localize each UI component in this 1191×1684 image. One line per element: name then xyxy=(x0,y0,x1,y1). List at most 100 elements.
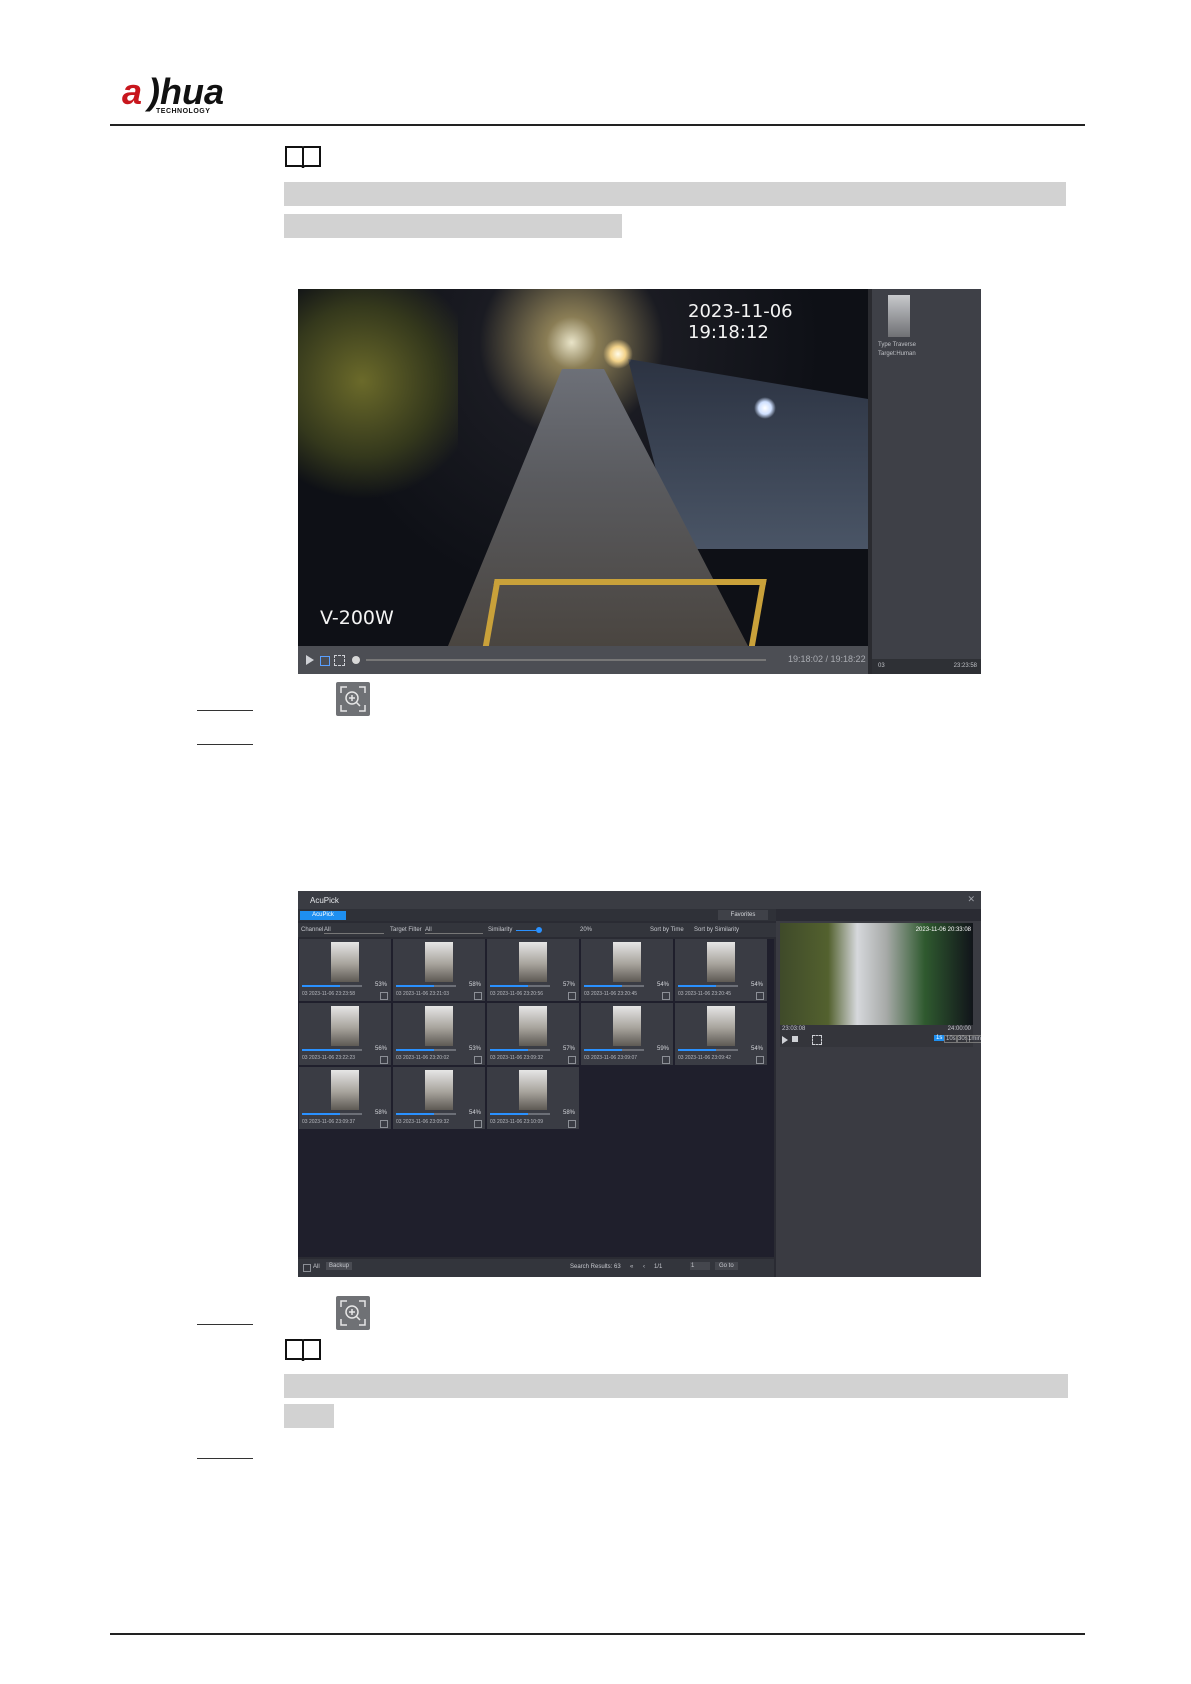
result-checkbox[interactable] xyxy=(662,1056,670,1064)
result-thumbnail[interactable] xyxy=(425,1070,453,1110)
result-timestamp: 03 2023-11-06 23:09:32 xyxy=(490,1055,544,1061)
similarity-percent: 53% xyxy=(374,982,387,988)
result-card[interactable]: 56% 03 2023-11-06 23:22:23 xyxy=(299,1003,391,1065)
result-checkbox[interactable] xyxy=(756,1056,764,1064)
page-input[interactable]: 1 xyxy=(690,1262,710,1270)
speed-1s[interactable]: 1s xyxy=(934,1035,945,1041)
first-page-icon[interactable]: « xyxy=(630,1264,633,1270)
result-card[interactable]: 54% 03 2023-11-06 23:20:45 xyxy=(581,939,673,1001)
result-thumbnail[interactable] xyxy=(425,1006,453,1046)
channel-select[interactable]: All xyxy=(324,927,384,934)
close-icon[interactable]: ✕ xyxy=(967,894,975,905)
similarity-bar xyxy=(302,985,362,987)
similarity-bar xyxy=(396,1113,456,1115)
target-thumbnail[interactable] xyxy=(888,295,910,337)
favorites-button[interactable]: Favorites xyxy=(718,910,768,920)
similarity-percent: 58% xyxy=(562,1110,575,1116)
similarity-percent: 58% xyxy=(468,982,481,988)
result-checkbox[interactable] xyxy=(474,1120,482,1128)
sidebar-footer: 03 23:23:58 xyxy=(872,659,981,674)
tab-acupick[interactable]: AcuPick xyxy=(300,911,346,920)
sidebar-time: 23:23:58 xyxy=(953,663,977,669)
result-checkbox[interactable] xyxy=(662,992,670,1000)
result-checkbox[interactable] xyxy=(380,1120,388,1128)
result-checkbox[interactable] xyxy=(568,992,576,1000)
similarity-bar xyxy=(396,985,456,987)
result-thumbnail[interactable] xyxy=(613,942,641,982)
dahua-logo: a )hua TECHNOLOGY xyxy=(120,70,260,120)
window-titlebar: AcuPick xyxy=(298,891,981,909)
similarity-percent: 54% xyxy=(468,1110,481,1116)
similarity-value: 20% xyxy=(580,927,593,933)
preview-start-time: 23:03:08 xyxy=(782,1026,806,1032)
progress-handle[interactable] xyxy=(352,656,360,664)
backup-button[interactable]: Backup xyxy=(326,1262,353,1270)
result-timestamp: 03 2023-11-06 23:22:23 xyxy=(302,1055,356,1061)
result-card[interactable]: 57% 03 2023-11-06 23:09:32 xyxy=(487,1003,579,1065)
preview-acupick-icon[interactable] xyxy=(812,1035,822,1045)
similarity-percent: 59% xyxy=(656,1046,669,1052)
result-thumbnail[interactable] xyxy=(519,942,547,982)
acupick-zoom-icon xyxy=(336,682,370,716)
result-timestamp: 03 2023-11-06 23:20:45 xyxy=(678,991,732,997)
preview-pane: 2023-11-06 20:33:08 23:03:08 24:00:00 1s… xyxy=(776,921,981,1277)
result-checkbox[interactable] xyxy=(756,992,764,1000)
result-checkbox[interactable] xyxy=(568,1056,576,1064)
acupick-icon[interactable] xyxy=(334,655,345,666)
similarity-percent: 56% xyxy=(374,1046,387,1052)
result-thumbnail[interactable] xyxy=(613,1006,641,1046)
progress-track[interactable] xyxy=(366,659,766,661)
similarity-percent: 54% xyxy=(750,982,763,988)
result-thumbnail[interactable] xyxy=(331,1006,359,1046)
result-thumbnail[interactable] xyxy=(331,942,359,982)
goto-button[interactable]: Go to xyxy=(715,1262,738,1270)
similarity-bar xyxy=(490,1113,550,1115)
search-results: Search Results: 63 xyxy=(570,1264,621,1270)
result-card[interactable]: 57% 03 2023-11-06 23:20:56 xyxy=(487,939,579,1001)
speed-1min[interactable]: 1min xyxy=(966,1035,981,1043)
target-filter-select[interactable]: All xyxy=(425,927,483,934)
similarity-percent: 54% xyxy=(750,1046,763,1052)
result-card[interactable]: 54% 03 2023-11-06 23:09:32 xyxy=(393,1067,485,1129)
preview-play-icon[interactable] xyxy=(782,1036,788,1044)
result-card[interactable]: 53% 03 2023-11-06 23:20:02 xyxy=(393,1003,485,1065)
result-thumbnail[interactable] xyxy=(707,942,735,982)
result-card[interactable]: 58% 03 2023-11-06 23:09:37 xyxy=(299,1067,391,1129)
target-class: Target:Human xyxy=(878,351,916,357)
result-checkbox[interactable] xyxy=(474,1056,482,1064)
select-all-checkbox[interactable] xyxy=(303,1264,311,1272)
filter-bar: Channel All Target Filter All Similarity… xyxy=(298,923,776,937)
sort-by-time[interactable]: Sort by Time xyxy=(650,927,684,933)
header-rule xyxy=(110,124,1085,126)
result-card[interactable]: 54% 03 2023-11-06 23:09:42 xyxy=(675,1003,767,1065)
playback-controls: 19:18:02 / 19:18:22 xyxy=(298,646,868,674)
footer-rule xyxy=(110,1633,1085,1635)
result-thumbnail[interactable] xyxy=(519,1070,547,1110)
result-timestamp: 03 2023-11-06 23:09:37 xyxy=(302,1119,356,1125)
similarity-bar xyxy=(302,1113,362,1115)
similarity-slider[interactable] xyxy=(516,930,536,931)
similarity-handle[interactable] xyxy=(536,927,542,933)
result-thumbnail[interactable] xyxy=(707,1006,735,1046)
prev-page-icon[interactable]: ‹ xyxy=(643,1264,645,1270)
similarity-bar xyxy=(584,1049,644,1051)
result-card[interactable]: 54% 03 2023-11-06 23:20:45 xyxy=(675,939,767,1001)
result-thumbnail[interactable] xyxy=(331,1070,359,1110)
result-timestamp: 03 2023-11-06 23:21:03 xyxy=(396,991,450,997)
result-thumbnail[interactable] xyxy=(519,1006,547,1046)
sort-by-similarity[interactable]: Sort by Similarity xyxy=(694,927,739,933)
similarity-percent: 54% xyxy=(656,982,669,988)
result-card[interactable]: 53% 03 2023-11-06 23:23:58 xyxy=(299,939,391,1001)
result-checkbox[interactable] xyxy=(568,1120,576,1128)
result-card[interactable]: 58% 03 2023-11-06 23:21:03 xyxy=(393,939,485,1001)
play-icon[interactable] xyxy=(306,655,314,665)
result-card[interactable]: 59% 03 2023-11-06 23:09:07 xyxy=(581,1003,673,1065)
preview-end-time: 24:00:00 xyxy=(947,1026,971,1032)
result-thumbnail[interactable] xyxy=(425,942,453,982)
result-checkbox[interactable] xyxy=(474,992,482,1000)
result-checkbox[interactable] xyxy=(380,1056,388,1064)
result-checkbox[interactable] xyxy=(380,992,388,1000)
result-card[interactable]: 58% 03 2023-11-06 23:10:09 xyxy=(487,1067,579,1129)
preview-stop-icon[interactable] xyxy=(792,1036,798,1042)
stop-icon[interactable] xyxy=(320,656,330,666)
